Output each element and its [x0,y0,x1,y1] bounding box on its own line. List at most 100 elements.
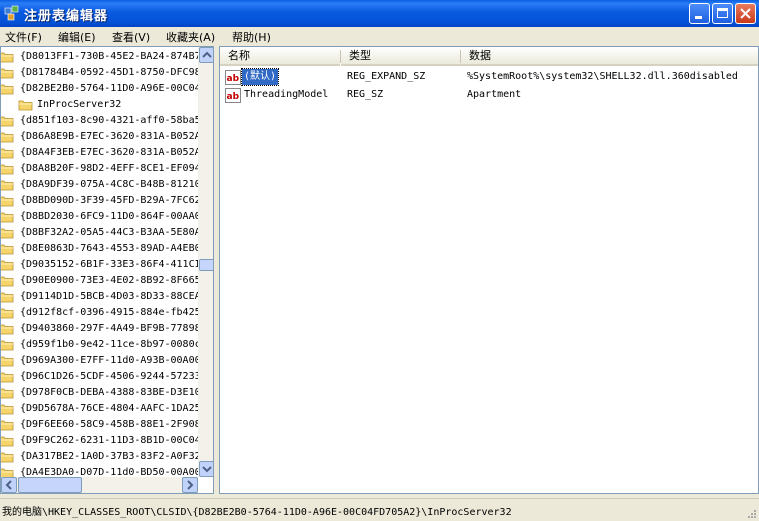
title-bar[interactable]: 注册表编辑器 [0,0,759,27]
chevron-down-icon [202,466,212,473]
horizontal-scroll-thumb[interactable] [18,477,82,493]
folder-icon [1,228,14,239]
maximize-button[interactable] [712,3,733,24]
folder-icon [1,420,14,431]
value-data: Apartment [467,89,522,100]
scroll-left-button[interactable] [1,477,17,493]
value-row[interactable]: ab (默认) REG_EXPAND_SZ %SystemRoot%\system32… [220,68,758,87]
folder-icon [1,324,14,335]
folder-icon [1,148,14,159]
tree-key-label: {D8A8B20F-98D2-4EFF-8CE1-EF094 [20,163,201,174]
scroll-down-button[interactable] [199,461,213,477]
tree-key-label: {D81784B4-0592-45D1-8750-DFC98 [20,67,201,78]
value-type: REG_SZ [347,89,384,100]
folder-icon [1,340,14,351]
resize-grip-icon[interactable] [745,507,757,519]
scroll-up-button[interactable] [199,47,213,63]
folder-icon [1,452,14,463]
tree-key-label: {D9114D1D-5BCB-4D03-8D33-88CEA [20,291,201,302]
menu-favorites[interactable]: 收藏夹(A) [166,29,215,45]
tree-key-label: {D969A300-E7FF-11d0-A93B-00A00 [20,355,201,366]
regedit-icon [4,5,19,21]
tree-key-label: {D9403860-297F-4A49-BF9B-77898 [20,323,201,334]
chevron-up-icon [202,51,212,58]
folder-icon [1,404,14,415]
menu-bar: 文件(F) 编辑(E) 查看(V) 收藏夹(A) 帮助(H) [0,27,759,47]
tree-key-label: {D9D5678A-76CE-4804-AAFC-1DA25 [20,403,201,414]
menu-file[interactable]: 文件(F) [5,29,42,45]
tree-key-label: {D8E0863D-7643-4553-89AD-A4EB0 [20,243,201,254]
folder-icon [1,276,14,287]
value-type: REG_EXPAND_SZ [347,71,426,82]
window-title: 注册表编辑器 [24,9,109,24]
minimize-button[interactable] [689,3,710,24]
value-name[interactable]: ThreadingModel [242,87,330,103]
folder-icon [1,356,14,367]
tree-key-label: {D82BE2B0-5764-11D0-A96E-00C04 [20,83,201,94]
folder-icon [1,116,14,127]
regedit-window: 注册表编辑器 文件(F) 编辑(E) 查看(V) 收藏夹(A) 帮助(H) {D… [0,0,759,521]
close-button[interactable] [735,3,756,24]
tree-key-label: {D96C1D26-5CDF-4506-9244-57233 [20,371,201,382]
folder-icon [1,372,14,383]
folder-icon [1,244,14,255]
status-bar: 我的电脑\HKEY_CLASSES_ROOT\CLSID\{D82BE2B0-5… [0,498,759,521]
tree-key-label: {d959f1b0-9e42-11ce-8b97-0080c [20,339,201,350]
folder-icon [1,132,14,143]
folder-icon [1,52,14,63]
value-data: %SystemRoot%\system32\SHELL32.dll.360dis… [467,71,738,82]
tree-key-label: {D86A8E9B-E7EC-3620-831A-B052A [20,131,201,142]
folder-icon [1,260,14,271]
column-header-type[interactable]: 类型 [341,47,461,66]
column-header-name[interactable]: 名称 [220,47,340,66]
key-tree[interactable]: {D8013FF1-730B-45E2-BA24-874B7 {D81784B4-… [0,46,214,494]
folder-icon [1,68,14,79]
string-value-icon: ab [225,88,241,103]
value-list[interactable]: 名称 类型 数据 ab (默认) REG_EXPAND_SZ %SystemRoot%… [219,46,759,494]
minimize-icon [695,16,702,19]
tree-key-label: {D8013FF1-730B-45E2-BA24-874B7 [20,51,201,62]
folder-icon [1,164,14,175]
tree-key-label: {DA317BE2-1A0D-37B3-83F2-A0F32 [20,451,201,462]
tree-key-label: InProcServer32 [37,99,122,110]
folder-icon [1,84,14,95]
chevron-left-icon [5,480,12,490]
string-value-icon: ab [225,70,241,85]
folder-icon [1,180,14,191]
value-row[interactable]: ab ThreadingModel REG_SZ Apartment [220,87,758,105]
tree-key-label: {D8A4F3EB-E7EC-3620-831A-B052A [20,147,201,158]
folder-icon [1,292,14,303]
svg-text:ab: ab [227,74,240,84]
status-path: 我的电脑\HKEY_CLASSES_ROOT\CLSID\{D82BE2B0-5… [2,507,512,518]
folder-icon [1,436,14,447]
close-icon [740,8,751,19]
folder-icon [1,196,14,207]
menu-help[interactable]: 帮助(H) [232,29,271,45]
open-folder-icon [18,100,33,111]
vertical-scroll-thumb[interactable] [199,259,213,271]
folder-icon [1,212,14,223]
tree-key-label: {D90E0900-73E3-4E02-8B92-8F665 [20,275,201,286]
value-name[interactable]: (默认) [240,68,280,86]
svg-text:ab: ab [227,92,240,102]
chevron-right-icon [187,480,194,490]
tree-key-label: {D978F0CB-DEBA-4388-83BE-D3E10 [20,387,201,398]
tree-key-label: {D8BD2030-6FC9-11D0-864F-00AA0 [20,211,201,222]
tree-key-label: {D8BD090D-3F39-45FD-B29A-7FC62 [20,195,201,206]
folder-icon [1,388,14,399]
tree-key-label: {D8A9DF39-075A-4C8C-B48B-81210 [20,179,201,190]
tree-horizontal-scrollbar[interactable] [1,477,198,493]
tree-key-label: {D9F9C262-6231-11D3-8B1D-00C04 [20,435,201,446]
maximize-icon [717,8,728,18]
tree-key-label: {D9F6EE60-58C9-458B-88E1-2F908 [20,419,201,430]
scroll-right-button[interactable] [182,477,198,493]
column-header-data[interactable]: 数据 [461,47,758,66]
tree-key-label: {d912f8cf-0396-4915-884e-fb425 [20,307,201,318]
menu-edit[interactable]: 编辑(E) [58,29,96,45]
tree-key-label: {d851f103-8c90-4321-aff0-58ba5 [20,115,201,126]
menu-view[interactable]: 查看(V) [112,29,150,45]
tree-key-label: {D9035152-6B1F-33E3-86F4-411CI [20,259,201,270]
tree-vertical-scrollbar[interactable] [198,47,213,477]
tree-key-label: {D8BF32A2-05A5-44C3-B3AA-5E80A [20,227,201,238]
folder-icon [1,308,14,319]
